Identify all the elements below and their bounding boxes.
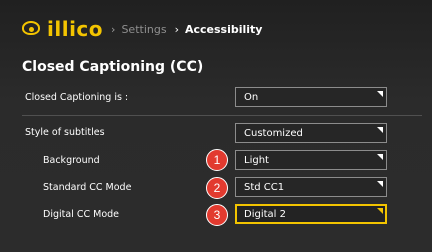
illico-logo: illico [22, 19, 103, 39]
breadcrumb-separator: › [174, 22, 179, 36]
logo-text: illico [47, 17, 104, 41]
subtitle-style-label: Style of subtitles [25, 127, 105, 138]
dropdown-corner-icon [377, 127, 383, 133]
subtitle-style-dropdown[interactable]: Customized [235, 123, 387, 143]
background-label: Background [43, 155, 100, 166]
dropdown-corner-icon [377, 181, 383, 187]
logo-mark-icon [22, 19, 46, 39]
subtitle-style-value: Customized [244, 127, 303, 139]
divider [22, 115, 422, 116]
cc-status-value: On [244, 91, 259, 103]
breadcrumb-settings[interactable]: Settings [121, 23, 166, 36]
settings-screen: illico › Settings › Accessibility Closed… [0, 0, 432, 252]
standard-cc-mode-label: Standard CC Mode [43, 182, 132, 193]
dropdown-corner-icon [377, 91, 383, 97]
digital-cc-mode-label: Digital CC Mode [43, 209, 119, 220]
digital-cc-mode-dropdown[interactable]: Digital 2 [235, 204, 387, 224]
marker-badge-3: 3 [206, 204, 228, 226]
marker-badge-2: 2 [206, 177, 228, 199]
digital-cc-mode-value: Digital 2 [244, 208, 286, 220]
breadcrumb-accessibility: Accessibility [184, 22, 263, 36]
standard-cc-mode-value: Std CC1 [244, 181, 285, 193]
cc-status-dropdown[interactable]: On [235, 87, 387, 107]
dropdown-corner-icon [377, 208, 383, 214]
breadcrumb-separator: › [111, 22, 116, 36]
header: illico › Settings › Accessibility [22, 16, 262, 42]
dropdown-corner-icon [377, 154, 383, 160]
cc-status-label: Closed Captioning is : [25, 92, 129, 103]
background-dropdown[interactable]: Light [235, 150, 387, 170]
marker-badge-1: 1 [206, 149, 228, 171]
page-title: Closed Captioning (CC) [22, 59, 204, 75]
standard-cc-mode-dropdown[interactable]: Std CC1 [235, 177, 387, 197]
background-value: Light [244, 154, 269, 166]
